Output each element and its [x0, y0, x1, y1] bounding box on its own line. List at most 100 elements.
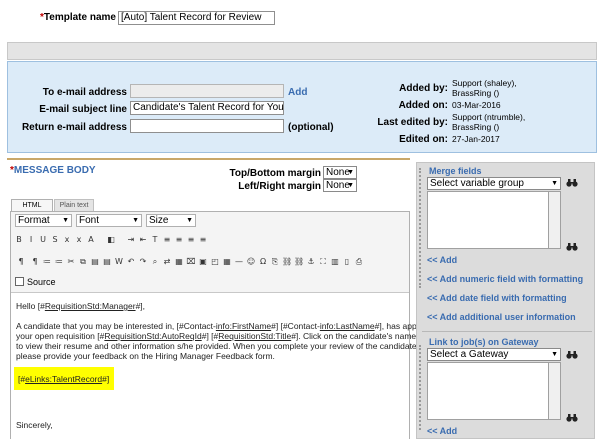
print-icon[interactable]: ⎙ [354, 257, 364, 267]
message-body-title: *MESSAGE BODY [10, 165, 96, 176]
panel-grip-lower [419, 345, 422, 430]
maximize-icon[interactable]: ⛶ [318, 257, 328, 267]
bulleted-list-icon[interactable]: ≔ [54, 257, 64, 267]
format-dropdown-label: Format [18, 215, 50, 226]
bold-icon[interactable]: B [14, 235, 24, 245]
binoculars-icon[interactable] [566, 242, 578, 251]
p2-token-reqid: RequisitionStd:AutoReqId [104, 331, 202, 341]
template-name-row: *Template name [40, 12, 116, 23]
underline-icon[interactable]: U [38, 235, 48, 245]
align-justify-icon[interactable]: ≡ [198, 235, 208, 245]
add-date-field-link[interactable]: << Add date field with formatting [427, 293, 567, 303]
top-bottom-margin-select[interactable]: None ▼ [323, 166, 357, 179]
left-right-margin-label: Left/Right margin [238, 181, 321, 192]
message-body-title-text: MESSAGE BODY [13, 165, 96, 176]
p2-text-a: your open requisition [# [16, 331, 105, 341]
smiley-icon[interactable]: ☺ [246, 257, 256, 267]
special-char-icon[interactable]: Ω [258, 257, 268, 267]
source-button[interactable]: Source [15, 276, 56, 288]
remove-format-icon[interactable]: ⌧ [186, 257, 196, 267]
binoculars-icon[interactable] [566, 350, 578, 359]
paste-icon[interactable]: ▤ [90, 257, 100, 267]
add-numeric-field-link[interactable]: << Add numeric field with formatting [427, 274, 583, 284]
template-name-label: Template name [43, 12, 116, 23]
align-right-icon[interactable]: ≡ [186, 235, 196, 245]
add-gateway-link[interactable]: << Add [427, 426, 457, 436]
rtl-icon[interactable]: ¶ [30, 257, 40, 267]
add-user-info-link[interactable]: << Add additional user information [427, 312, 576, 322]
flash-icon[interactable]: ◰ [210, 257, 220, 267]
link-suffix: #] [102, 374, 110, 384]
paste-text-icon[interactable]: ▤ [102, 257, 112, 267]
template-name-input[interactable]: [Auto] Talent Record for Review [118, 11, 275, 25]
subscript-icon[interactable]: x [62, 235, 72, 245]
background-color-icon[interactable]: ◧ [106, 235, 116, 245]
font-dropdown[interactable]: Font ▼ [76, 214, 142, 227]
indent-icon[interactable]: ⇥ [126, 235, 136, 245]
cut-icon[interactable]: ✂ [66, 257, 76, 267]
tab-plain-text[interactable]: Plain text [54, 199, 94, 211]
gateway-title: Link to job(s) on Gateway [429, 337, 539, 347]
top-bottom-margin-label: Top/Bottom margin [229, 168, 321, 179]
subject-input[interactable]: Candidate's Talent Record for Your Revie [130, 101, 284, 115]
find-icon[interactable]: ⌕ [150, 257, 160, 267]
ltr-icon[interactable]: ¶ [16, 257, 26, 267]
left-right-margin-select[interactable]: None ▼ [323, 179, 357, 192]
horizontal-line-icon[interactable]: — [234, 257, 244, 267]
table-icon[interactable]: ▦ [222, 257, 232, 267]
gateway-list-scrollbar[interactable] [549, 362, 561, 420]
align-center-icon[interactable]: ≡ [174, 235, 184, 245]
add-merge-field-link[interactable]: << Add [427, 255, 457, 265]
superscript-icon[interactable]: x [74, 235, 84, 245]
gateway-select[interactable]: Select a Gateway ▼ [427, 348, 561, 361]
anchor-icon[interactable]: ⚓ [306, 257, 316, 267]
page-break-icon[interactable]: ⎘ [270, 257, 280, 267]
talent-record-link: [#eLinks:TalentRecord#] [18, 374, 109, 384]
merge-list-scrollbar[interactable] [549, 191, 561, 249]
size-dropdown[interactable]: Size ▼ [146, 214, 196, 227]
undo-icon[interactable]: ↶ [126, 257, 136, 267]
variable-group-select[interactable]: Select variable group ▼ [427, 177, 561, 190]
clear-format-icon[interactable]: T [150, 235, 160, 245]
tab-html-label: HTML [22, 202, 42, 209]
to-email-input[interactable] [130, 84, 284, 98]
link-icon[interactable]: ⛓ [282, 257, 292, 267]
text-color-icon[interactable]: A [86, 235, 96, 245]
align-left-icon[interactable]: ≡ [162, 235, 172, 245]
return-email-label: Return e-mail address [21, 122, 127, 133]
outdent-icon[interactable]: ⇤ [138, 235, 148, 245]
dropdown-arrow-icon: ▼ [551, 180, 558, 187]
added-on-label: Added on: [398, 100, 448, 111]
return-email-input[interactable] [130, 119, 284, 133]
editor-content[interactable] [11, 292, 409, 439]
tab-html[interactable]: HTML [11, 199, 53, 211]
copy-icon[interactable]: ⧉ [78, 257, 88, 267]
merge-fields-list[interactable] [427, 191, 549, 249]
edited-on-value: 27-Jan-2017 [452, 134, 500, 144]
numbered-list-icon[interactable]: ≔ [42, 257, 52, 267]
last-edited-by-label: Last edited by: [377, 117, 448, 128]
unlink-icon[interactable]: ⛓ [294, 257, 304, 267]
add-email-link[interactable]: Add [288, 87, 307, 98]
paste-word-icon[interactable]: W [114, 257, 124, 267]
select-all-icon[interactable]: ▦ [174, 257, 184, 267]
gateway-list[interactable] [427, 362, 549, 420]
blocks-icon[interactable]: ▥ [330, 257, 340, 267]
variable-group-value: Select variable group [430, 178, 524, 189]
p2-text-c: #] [# [201, 331, 219, 341]
binoculars-icon[interactable] [566, 178, 578, 187]
format-dropdown[interactable]: Format ▼ [15, 214, 72, 227]
image-icon[interactable]: ▣ [198, 257, 208, 267]
italic-icon[interactable]: I [26, 235, 36, 245]
closing-line: Sincerely, [16, 420, 53, 430]
font-dropdown-label: Font [79, 215, 100, 226]
message-body-divider [7, 158, 410, 160]
last-edited-by-value: Support (ntrumble), BrassRing () [452, 112, 526, 132]
p1-token-firstname: info:FirstName [215, 321, 272, 331]
strikethrough-icon[interactable]: S [50, 235, 60, 245]
replace-icon[interactable]: ⇄ [162, 257, 172, 267]
redo-icon[interactable]: ↷ [138, 257, 148, 267]
p1-text-c: #] [#Contact- [271, 321, 320, 331]
binoculars-icon[interactable] [566, 413, 578, 422]
preview-icon[interactable]: ▯ [342, 257, 352, 267]
